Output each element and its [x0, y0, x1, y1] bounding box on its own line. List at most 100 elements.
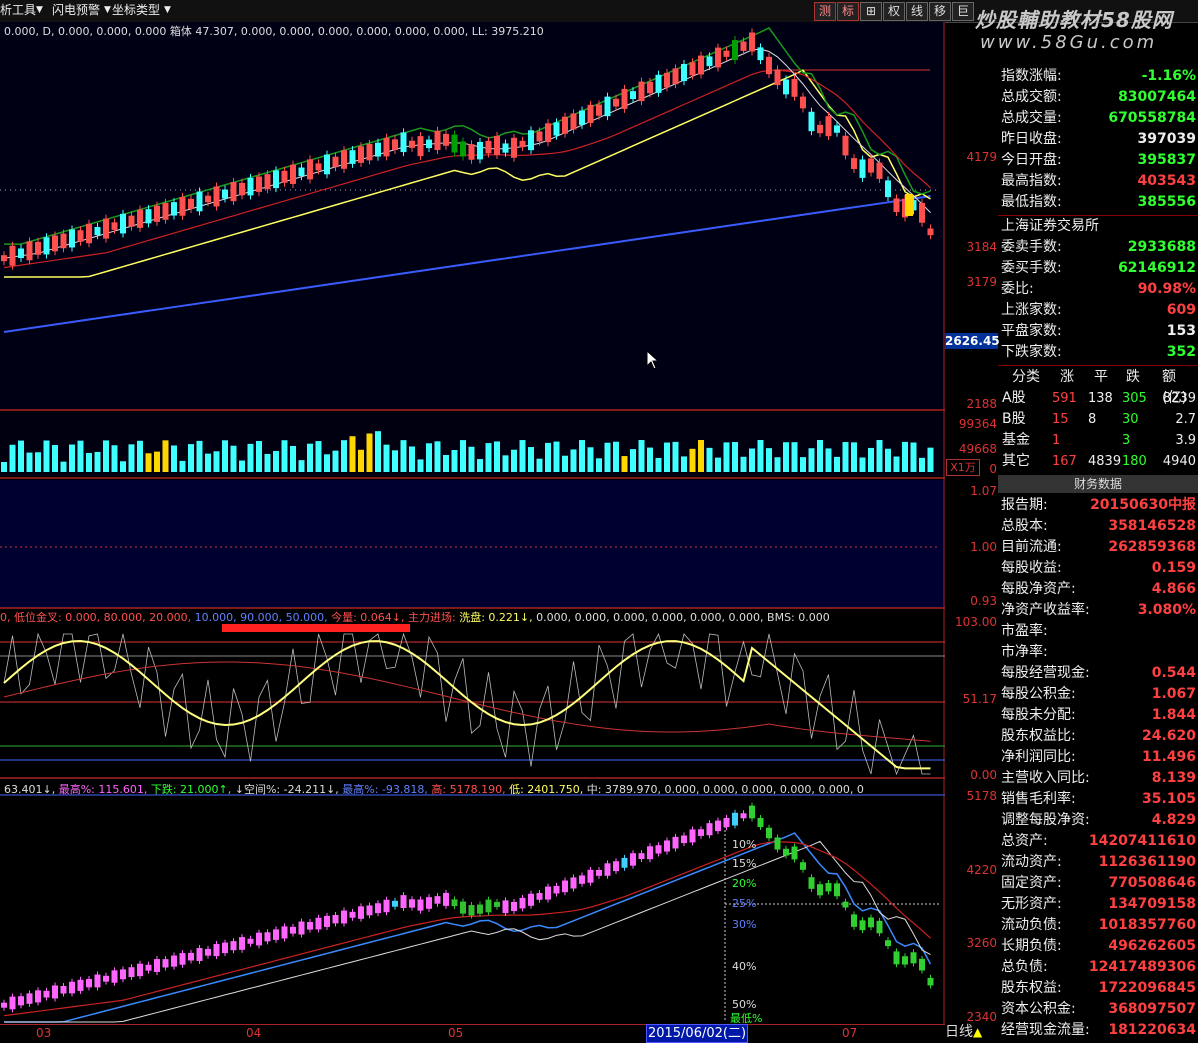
info-key: 平盘家数:	[1001, 323, 1062, 339]
chart-area[interactable]: 0.000, D, 0.000, 0.000, 0.000 箱体 47.307,…	[0, 22, 945, 1024]
y-label-bottom: 3260	[966, 936, 997, 950]
candle-body	[383, 899, 390, 913]
info-key: 昨日收盘:	[1001, 131, 1062, 147]
volume-bar	[621, 456, 628, 472]
candle-body	[562, 116, 568, 134]
candle-body	[69, 229, 75, 248]
volume-bar	[315, 441, 322, 472]
toolbar-button[interactable]: 权	[883, 2, 905, 21]
volume-bar	[222, 440, 228, 472]
candle-body	[477, 141, 483, 160]
volume-bar	[290, 445, 296, 472]
candle-body	[468, 905, 475, 916]
table-header-cell: 跌	[1126, 369, 1140, 385]
volume-bar	[26, 452, 33, 472]
financial-data-title[interactable]: 财务数据	[998, 475, 1198, 493]
volume-bar	[655, 457, 662, 472]
dropdown-arrow-icon[interactable]: ▼	[36, 2, 43, 19]
candle-body	[137, 963, 143, 977]
candle-body	[111, 222, 118, 230]
candle-body	[604, 96, 611, 117]
volume-bar	[349, 436, 356, 472]
candle-body	[120, 969, 126, 980]
divider	[998, 365, 1198, 366]
volume-bar	[613, 441, 619, 472]
volume-bar	[341, 440, 347, 472]
volume-bar	[9, 444, 16, 472]
period-button[interactable]: 日线▲	[945, 1022, 997, 1042]
candle-body	[553, 885, 560, 894]
candle-body	[774, 69, 781, 86]
info-value: 153	[1166, 323, 1196, 339]
legend-item: 中: 3789.970, 0.000, 0.000, 0.000, 0.000,…	[586, 783, 864, 796]
candle-body	[460, 141, 466, 157]
info-key: 总成交额:	[1001, 89, 1062, 105]
info-row: 净利润同比: 11.496	[998, 747, 1198, 768]
volume-bar	[902, 441, 908, 472]
volume-bar	[162, 440, 169, 472]
candle-body	[587, 869, 594, 883]
candle-body	[834, 883, 840, 897]
candle-body	[655, 845, 662, 854]
volume-bar	[885, 448, 891, 472]
tools-menu[interactable]: 析工具	[0, 2, 36, 19]
candle-body	[800, 862, 806, 870]
toolbar-button[interactable]: 线	[906, 2, 928, 21]
toolbar-button[interactable]: 巨	[952, 2, 974, 21]
candle-body	[621, 857, 628, 868]
info-value: 12417489306	[1088, 959, 1196, 975]
info-key: 总资产:	[1001, 833, 1048, 849]
volume-bar	[766, 448, 772, 472]
volume-bar	[664, 442, 670, 472]
candle-body	[52, 235, 58, 252]
candle-body	[256, 176, 262, 192]
candle-body	[273, 170, 279, 189]
toolbar-button[interactable]: ⊞	[860, 2, 882, 21]
x-month-label: 03	[36, 1026, 52, 1040]
y-label-bottom: 5178	[966, 789, 997, 803]
alert-menu[interactable]: 闪电预警	[52, 2, 100, 19]
candle-body	[264, 174, 271, 190]
candle-body	[851, 158, 857, 169]
candle-body	[672, 836, 679, 849]
candle-body	[698, 829, 704, 836]
volume-bar	[868, 447, 874, 472]
volume-bar	[494, 441, 500, 472]
candle-body	[885, 180, 891, 198]
chart-canvas[interactable]	[0, 22, 945, 1024]
candle-body	[868, 158, 874, 173]
volume-bar	[103, 440, 109, 472]
volume-bar	[630, 449, 636, 472]
info-row: 报告期: 20150630中报	[998, 495, 1198, 516]
volume-bar	[647, 447, 653, 472]
info-row: 资本公积金: 368097507	[998, 999, 1198, 1020]
candle-body	[740, 813, 747, 819]
candle-body	[519, 140, 526, 148]
volume-bar	[434, 441, 441, 472]
info-value: 358146528	[1108, 518, 1196, 534]
volume-bar	[502, 455, 509, 472]
info-value: 24.620	[1141, 728, 1196, 744]
candle-body	[205, 195, 211, 203]
candle-body	[196, 191, 203, 212]
candle-body	[179, 197, 186, 216]
table-cell: 2.7	[1175, 412, 1196, 427]
info-row: 每股公积金: 1.067	[998, 684, 1198, 705]
candle-body	[851, 914, 857, 927]
candle-body	[460, 901, 466, 914]
dropdown-arrow-icon[interactable]: ▼	[164, 2, 171, 19]
candle-body	[128, 967, 135, 978]
coord-type-menu[interactable]: 坐标类型	[112, 2, 160, 19]
info-value: 181220634	[1108, 1022, 1196, 1038]
volume-bar	[825, 448, 832, 472]
table-cell: 1	[1052, 433, 1061, 448]
toolbar-button[interactable]: 标	[837, 2, 859, 21]
dropdown-arrow-icon[interactable]: ▼	[104, 2, 111, 19]
candle-body	[375, 903, 381, 914]
category-table-header: 分类涨平跌额(亿)	[998, 367, 1198, 406]
toolbar-button[interactable]: 移	[929, 2, 951, 21]
candle-body	[885, 940, 891, 947]
info-key: 股东权益:	[1001, 980, 1062, 996]
toolbar-button[interactable]: 测	[814, 2, 836, 21]
candle-body	[902, 956, 908, 965]
